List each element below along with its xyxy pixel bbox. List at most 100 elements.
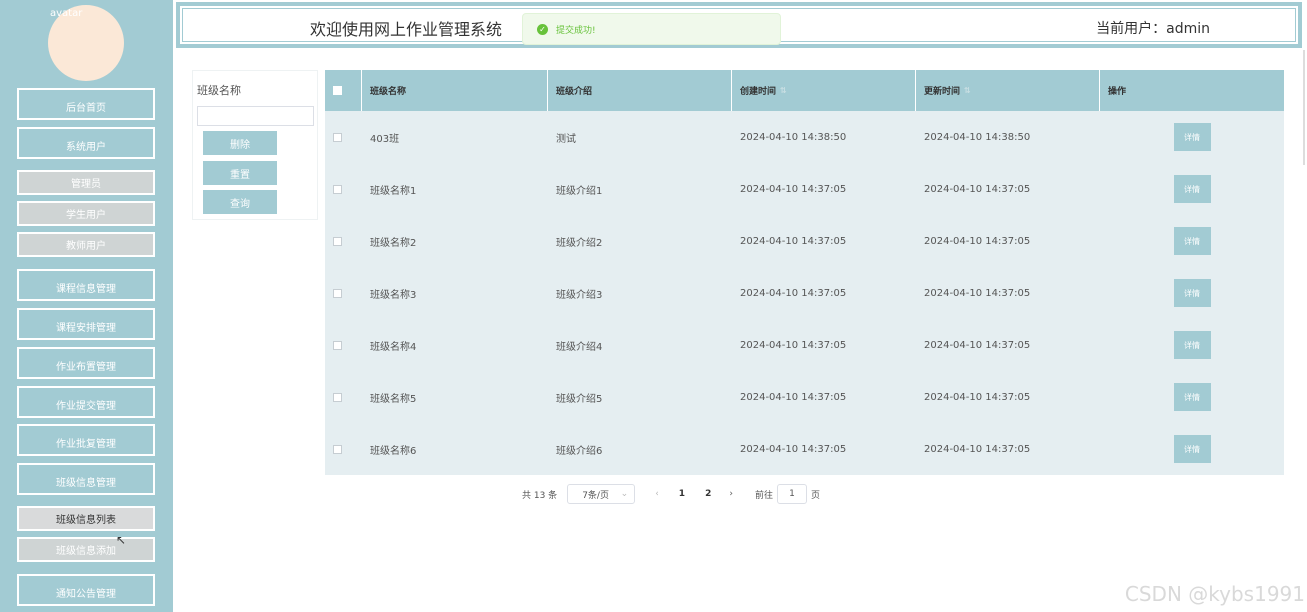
detail-button[interactable]: 详情	[1173, 279, 1211, 307]
select-all-checkbox[interactable]	[333, 86, 342, 95]
table-row: 班级名称2 班级介绍2 2024-04-10 14:37:05 2024-04-10 …	[325, 215, 1284, 267]
detail-button[interactable]: 详情	[1173, 331, 1211, 359]
cell-class-name: 403班	[370, 133, 400, 145]
class-name-input[interactable]	[197, 106, 314, 126]
goto-page-input[interactable]: 1	[776, 484, 807, 504]
class-table: 班级名称 班级介绍 创建时间 ⇅ 更新时间 ⇅ 操作 403班 测试 2024-04…	[325, 70, 1284, 475]
sidebar-item[interactable]: 班级信息列表	[17, 506, 155, 531]
table-row: 班级名称6 班级介绍6 2024-04-10 14:37:05 2024-04-10 …	[325, 423, 1284, 475]
prev-page-icon[interactable]: ‹	[655, 489, 659, 499]
cell-class-name: 班级名称1	[370, 185, 417, 197]
cell-updated-at: 2024-04-10 14:37:05	[924, 443, 1031, 455]
cell-actions: 详情	[1100, 423, 1284, 475]
total-count: 共 13 条	[522, 490, 558, 501]
class-name-label: 班级名称	[197, 84, 241, 97]
reset-button[interactable]: 重置	[202, 160, 278, 186]
sidebar-item-label: 班级信息添加	[56, 546, 116, 557]
sidebar-item[interactable]: 作业提交管理	[17, 386, 155, 418]
row-select-cell	[325, 371, 362, 423]
toast-message: 提交成功!	[556, 25, 596, 36]
select-all-cell	[325, 70, 362, 111]
row-checkbox[interactable]	[333, 288, 342, 298]
detail-button[interactable]: 详情	[1173, 227, 1211, 255]
sidebar-item-label: 作业提交管理	[56, 400, 116, 412]
sidebar-item[interactable]: 班级信息添加	[17, 537, 155, 562]
sidebar-item-label: 后台首页	[66, 102, 106, 114]
cell-created-at: 2024-04-10 14:37:05	[740, 287, 847, 299]
sidebar-item-label: 作业布置管理	[56, 361, 116, 373]
sort-icon[interactable]: ⇅	[964, 86, 971, 95]
header-label: 操作	[1108, 87, 1127, 97]
header-class-name[interactable]: 班级名称	[362, 70, 548, 111]
sidebar-item[interactable]: 课程信息管理	[17, 269, 155, 301]
scrollbar[interactable]	[1303, 50, 1305, 165]
detail-button[interactable]: 详情	[1173, 123, 1211, 151]
cell-actions: 详情	[1100, 371, 1284, 423]
row-checkbox[interactable]	[333, 444, 342, 454]
row-checkbox[interactable]	[333, 392, 342, 402]
cell-class-name: 班级名称2	[370, 237, 417, 249]
sidebar-item-label: 学生用户	[66, 210, 106, 221]
detail-button[interactable]: 详情	[1173, 383, 1211, 411]
table-row: 班级名称4 班级介绍4 2024-04-10 14:37:05 2024-04-10 …	[325, 319, 1284, 371]
cell-updated-at: 2024-04-10 14:37:05	[924, 339, 1031, 351]
row-checkbox[interactable]	[333, 184, 342, 194]
avatar-alt-text: avatar	[50, 8, 83, 19]
header-label: 班级介绍	[556, 87, 593, 97]
row-select-cell	[325, 267, 362, 319]
goto-prefix: 前往	[754, 490, 773, 501]
row-checkbox[interactable]	[333, 340, 342, 350]
cell-actions: 详情	[1100, 163, 1284, 215]
sidebar-item[interactable]: 作业布置管理	[17, 347, 155, 379]
cell-actions: 详情	[1100, 215, 1284, 267]
page-2[interactable]: 2	[705, 489, 711, 499]
sidebar-item-label: 教师用户	[66, 241, 106, 252]
sidebar-item-label: 班级信息列表	[56, 515, 116, 526]
query-button[interactable]: 查询	[202, 189, 278, 215]
header-actions: 操作	[1100, 70, 1284, 111]
cell-class-name: 班级名称4	[370, 341, 417, 353]
row-checkbox[interactable]	[333, 236, 342, 246]
sidebar-item[interactable]: 作业批复管理	[17, 424, 155, 456]
sidebar: avatar 后台首页 系统用户 管理员 学生用户 教师用户 课程信息管理 课程安排管理 作业…	[0, 0, 173, 612]
detail-button[interactable]: 详情	[1173, 175, 1211, 203]
sidebar-item[interactable]: 学生用户	[17, 201, 155, 226]
sidebar-item[interactable]: 班级信息管理	[17, 463, 155, 495]
cell-updated-at: 2024-04-10 14:37:05	[924, 183, 1031, 195]
cell-created-at: 2024-04-10 14:37:05	[740, 443, 847, 455]
table-body: 403班 测试 2024-04-10 14:38:50 2024-04-10 14:3…	[325, 111, 1284, 475]
row-select-cell	[325, 319, 362, 371]
cell-created-at: 2024-04-10 14:37:05	[740, 235, 847, 247]
header-label: 创建时间	[740, 87, 777, 97]
detail-button[interactable]: 详情	[1173, 435, 1211, 463]
sidebar-item[interactable]: 课程安排管理	[17, 308, 155, 340]
header-label: 班级名称	[370, 87, 407, 97]
page-size-select[interactable]: 7条/页 ⌄	[567, 484, 636, 504]
delete-button[interactable]: 删除	[202, 130, 278, 156]
sidebar-item[interactable]: 教师用户	[17, 232, 155, 257]
cell-updated-at: 2024-04-10 14:37:05	[924, 391, 1031, 403]
sidebar-item-label: 课程信息管理	[56, 283, 116, 295]
header-class-intro: 班级介绍	[548, 70, 732, 111]
sidebar-item[interactable]: 后台首页	[17, 88, 155, 120]
page-1[interactable]: 1	[679, 489, 685, 499]
cell-class-name: 班级名称6	[370, 445, 417, 457]
sort-icon[interactable]: ⇅	[780, 86, 787, 95]
sidebar-item-label: 系统用户	[66, 141, 106, 153]
page-size-value: 7条/页	[582, 490, 609, 501]
sidebar-item[interactable]: 通知公告管理	[17, 574, 155, 606]
next-page-icon[interactable]: ›	[729, 489, 733, 499]
row-select-cell	[325, 423, 362, 475]
cell-created-at: 2024-04-10 14:37:05	[740, 183, 847, 195]
cell-class-name: 班级名称5	[370, 393, 417, 405]
header-updated-at[interactable]: 更新时间 ⇅	[916, 70, 1100, 111]
sidebar-item[interactable]: 系统用户	[17, 127, 155, 159]
pagination: 共 13 条 7条/页 ⌄ ‹ 1 2 › 前往 1 页	[522, 484, 820, 504]
cell-class-name: 班级名称3	[370, 289, 417, 301]
header-created-at[interactable]: 创建时间 ⇅	[732, 70, 916, 111]
sidebar-item[interactable]: 管理员	[17, 170, 155, 195]
cell-updated-at: 2024-04-10 14:37:05	[924, 235, 1031, 247]
row-checkbox[interactable]	[333, 132, 342, 142]
app-root: avatar 后台首页 系统用户 管理员 学生用户 教师用户 课程信息管理 课程安排管理 作业…	[0, 0, 1307, 612]
current-user: 当前用户：admin	[1096, 21, 1210, 37]
